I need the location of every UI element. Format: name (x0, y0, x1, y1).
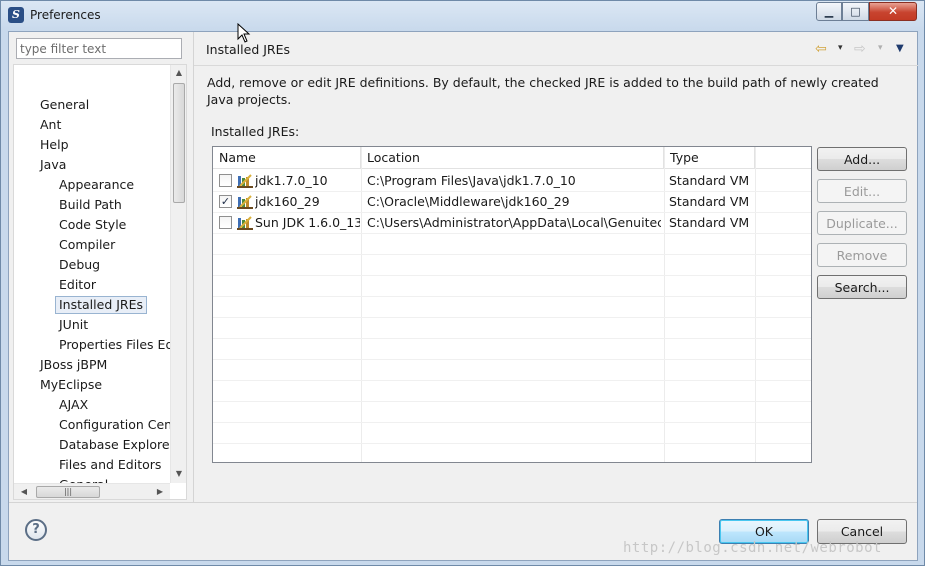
back-arrow-icon[interactable]: ⇦ (815, 41, 827, 57)
tree-item[interactable]: Help (40, 136, 69, 154)
back-dropdown-icon[interactable]: ▾ (838, 43, 843, 53)
tree-item[interactable]: Compiler (59, 236, 115, 254)
view-menu-icon[interactable]: ▼ (896, 43, 904, 54)
tree-item[interactable]: Properties Files Ed (59, 336, 170, 354)
tree-item[interactable]: MyEclipse (40, 376, 102, 394)
table-cell-type[interactable]: Standard VM (669, 170, 753, 191)
tree-list: General Ant Help Java Appearance Build Path Co… (14, 65, 170, 483)
table-cell-location[interactable]: C:\Program Files\Java\jdk1.7.0_10 (367, 170, 661, 191)
column-divider (664, 147, 665, 462)
row-line (213, 359, 811, 360)
row-line (213, 233, 811, 234)
tree-item[interactable]: Database Explorer (59, 436, 170, 454)
tree-item[interactable]: Files and Editors (59, 456, 161, 474)
search-button[interactable]: Search... (817, 275, 907, 299)
tree-item[interactable]: Java (40, 156, 66, 174)
column-header-location[interactable]: Location (361, 147, 664, 169)
jre-checkbox[interactable] (219, 174, 232, 187)
jre-library-icon (237, 174, 253, 188)
table-cell-name[interactable]: Sun JDK 1.6.0_13 (255, 212, 360, 233)
forward-dropdown-icon[interactable]: ▾ (878, 43, 883, 53)
tree-item[interactable]: Debug (59, 256, 100, 274)
window-title: Preferences (30, 8, 101, 22)
tree-hscroll-thumb[interactable]: ||| (36, 486, 100, 498)
table-cell-location[interactable]: C:\Oracle\Middleware\jdk160_29 (367, 191, 661, 212)
jre-checkbox[interactable]: ✓ (219, 195, 232, 208)
edit-button[interactable]: Edit... (817, 179, 907, 203)
maximize-button[interactable]: □ (842, 2, 869, 21)
row-line (213, 191, 811, 192)
preferences-window: S Preferences ▁ □ ✕ General Ant Help Java Ap… (0, 0, 925, 566)
jre-library-icon (237, 195, 253, 209)
row-line (213, 254, 811, 255)
tree-item[interactable]: Editor (59, 276, 96, 294)
tree-item[interactable]: Installed JREs (55, 296, 148, 314)
tree-item[interactable]: JUnit (59, 316, 88, 334)
pane-divider[interactable] (193, 32, 194, 502)
row-line (213, 443, 811, 444)
page-title: Installed JREs (206, 42, 291, 57)
minimize-button[interactable]: ▁ (816, 2, 842, 21)
column-header-filler (755, 147, 811, 169)
row-line (213, 212, 811, 213)
remove-button[interactable]: Remove (817, 243, 907, 267)
tree-item[interactable]: Configuration Cen (59, 416, 170, 434)
column-divider (755, 147, 756, 462)
installed-jres-label: Installed JREs: (211, 124, 300, 139)
column-header-type[interactable]: Type (664, 147, 755, 169)
tree-item[interactable]: Appearance (59, 176, 134, 194)
tree-item[interactable]: JBoss jBPM (40, 356, 107, 374)
jre-library-icon (237, 216, 253, 230)
table-cell-name[interactable]: jdk160_29 (255, 191, 360, 212)
tree-scroll-thumb[interactable] (173, 83, 185, 203)
title-bar[interactable]: S Preferences ▁ □ ✕ (1, 1, 924, 31)
row-line (213, 422, 811, 423)
forward-arrow-icon[interactable]: ⇨ (854, 41, 866, 57)
row-line (213, 296, 811, 297)
row-line (213, 338, 811, 339)
row-line (213, 275, 811, 276)
scroll-left-icon[interactable]: ◀ (16, 484, 32, 499)
help-icon[interactable]: ? (25, 519, 47, 541)
watermark: http://blog.csdn.net/webrobot (623, 540, 882, 556)
tree-item[interactable]: Build Path (59, 196, 122, 214)
jre-checkbox[interactable] (219, 216, 232, 229)
preference-tree: General Ant Help Java Appearance Build Path Co… (13, 64, 187, 500)
tree-item[interactable]: AJAX (59, 396, 88, 414)
table-cell-type[interactable]: Standard VM (669, 212, 753, 233)
row-line (213, 317, 811, 318)
mouse-cursor-icon (237, 23, 251, 43)
tree-item[interactable]: Ant (40, 116, 61, 134)
tree-item[interactable]: General (40, 96, 89, 114)
page-description: Add, remove or edit JRE definitions. By … (207, 75, 879, 107)
tree-vertical-scrollbar[interactable]: ▲ ▼ (170, 65, 186, 483)
row-line (213, 401, 811, 402)
add-button[interactable]: Add... (817, 147, 907, 171)
close-button[interactable]: ✕ (869, 2, 917, 21)
app-icon: S (8, 7, 24, 23)
row-line (213, 380, 811, 381)
duplicate-button[interactable]: Duplicate... (817, 211, 907, 235)
column-header-name[interactable]: Name (213, 147, 361, 169)
jre-table: Name Location Type jdk1.7.0_10 C:\Program… (212, 146, 812, 463)
table-cell-name[interactable]: jdk1.7.0_10 (255, 170, 360, 191)
filter-input[interactable] (16, 38, 182, 59)
column-divider (361, 147, 362, 462)
scroll-right-icon[interactable]: ▶ (152, 484, 168, 499)
tree-item[interactable]: Code Style (59, 216, 126, 234)
scroll-down-icon[interactable]: ▼ (171, 466, 186, 482)
table-cell-location[interactable]: C:\Users\Administrator\AppData\Local\Gen… (367, 212, 661, 233)
tree-horizontal-scrollbar[interactable]: ◀ ||| ▶ (14, 483, 170, 499)
tree-item[interactable]: General (59, 476, 108, 483)
scroll-up-icon[interactable]: ▲ (171, 65, 186, 81)
dialog-client: General Ant Help Java Appearance Build Path Co… (8, 31, 918, 561)
header-separator (194, 65, 918, 66)
table-cell-type[interactable]: Standard VM (669, 191, 753, 212)
bottom-separator (9, 502, 917, 503)
